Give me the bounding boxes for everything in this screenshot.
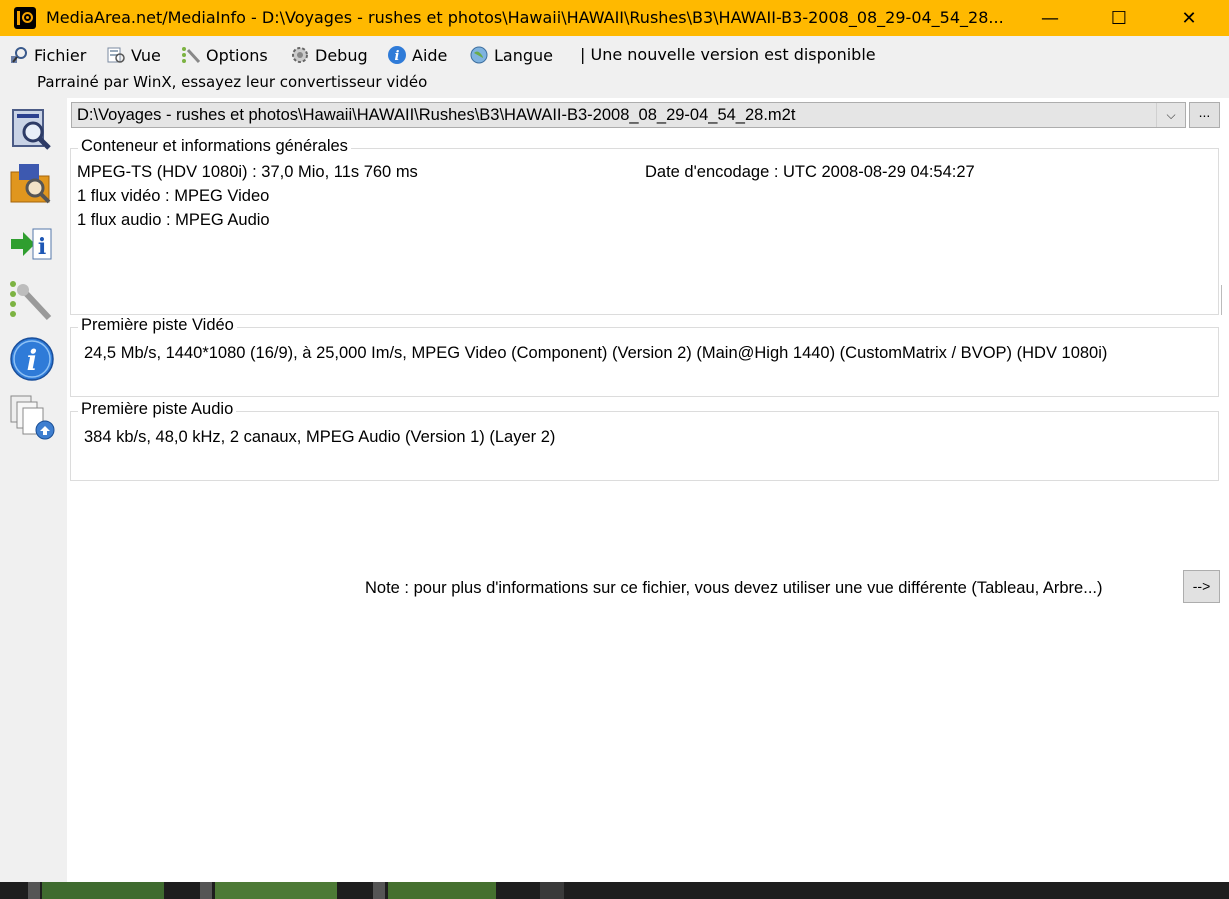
scrollbar-edge: [1221, 285, 1229, 315]
video-track-group: Première piste Vidéo 24,5 Mb/s, 1440*108…: [70, 316, 1219, 397]
menu-bar: Fichier Vue Options Debug i Aide Langue …: [0, 39, 1229, 69]
background-panel: [540, 882, 564, 899]
menu-debug-label: Debug: [315, 45, 368, 65]
update-notice-link[interactable]: | Une nouvelle version est disponible: [580, 45, 876, 64]
globe-icon: [469, 45, 489, 65]
general-line-container: MPEG-TS (HDV 1080i) : 37,0 Mio, 11s 760 …: [77, 163, 418, 181]
video-track-details: 24,5 Mb/s, 1440*1080 (16/9), à 25,000 Im…: [84, 344, 1108, 362]
menu-aide-label: Aide: [412, 45, 448, 65]
background-thumbnail: [42, 882, 164, 899]
note-text: Note : pour plus d'informations sur ce f…: [365, 579, 1103, 597]
export-icon[interactable]: i: [9, 221, 55, 267]
general-info-group: Conteneur et informations générales MPEG…: [70, 137, 1219, 315]
file-select-value: D:\Voyages - rushes et photos\Hawaii\HAW…: [77, 106, 796, 124]
left-toolbar: i i: [0, 98, 66, 882]
audio-track-legend: Première piste Audio: [78, 400, 237, 419]
change-view-button[interactable]: -->: [1183, 570, 1220, 603]
background-thumbnail-marker: [200, 882, 212, 899]
audio-track-details: 384 kb/s, 48,0 kHz, 2 canaux, MPEG Audio…: [84, 428, 556, 446]
menu-langue-label: Langue: [494, 45, 553, 65]
general-info-legend: Conteneur et informations générales: [78, 137, 351, 156]
audio-track-group: Première piste Audio 384 kb/s, 48,0 kHz,…: [70, 400, 1219, 481]
minimize-button[interactable]: —: [1027, 0, 1073, 36]
menu-debug[interactable]: Debug: [290, 45, 368, 65]
background-thumbnail: [215, 882, 337, 899]
close-button[interactable]: ✕: [1166, 0, 1212, 36]
sponsor-link[interactable]: Parrainé par WinX, essayez leur converti…: [37, 73, 427, 91]
title-bar[interactable]: MediaArea.net/MediaInfo - D:\Voyages - r…: [0, 0, 1229, 36]
file-select[interactable]: D:\Voyages - rushes et photos\Hawaii\HAW…: [71, 102, 1186, 128]
background-thumbnail-marker: [373, 882, 385, 899]
svg-text:i: i: [27, 344, 38, 377]
general-line-audio-count: 1 flux audio : MPEG Audio: [77, 211, 270, 229]
menu-vue-label: Vue: [131, 45, 161, 65]
file-icon: [9, 45, 29, 65]
options-icon: [181, 45, 201, 65]
svg-text:i: i: [395, 49, 400, 64]
menu-fichier-label: Fichier: [34, 45, 87, 65]
open-folder-icon[interactable]: [9, 160, 55, 206]
menu-langue[interactable]: Langue: [469, 45, 553, 65]
menu-fichier[interactable]: Fichier: [9, 45, 86, 65]
about-icon[interactable]: [9, 394, 55, 440]
preferences-icon[interactable]: [9, 278, 55, 324]
view-icon: [106, 45, 126, 65]
menu-vue[interactable]: Vue: [106, 45, 161, 65]
background-thumbnail: [388, 882, 496, 899]
mediainfo-window: MediaArea.net/MediaInfo - D:\Voyages - r…: [0, 0, 1229, 882]
menu-options[interactable]: Options: [181, 45, 268, 65]
background-strip: [0, 882, 1229, 899]
help-icon: i: [387, 45, 407, 65]
general-line-video-count: 1 flux vidéo : MPEG Video: [77, 187, 270, 205]
info-icon[interactable]: i: [9, 336, 55, 382]
browse-button[interactable]: ...: [1189, 102, 1220, 128]
chevron-down-icon[interactable]: ⌵: [1156, 103, 1185, 127]
video-track-legend: Première piste Vidéo: [78, 316, 237, 335]
open-file-icon[interactable]: [9, 106, 55, 152]
main-panel: D:\Voyages - rushes et photos\Hawaii\HAW…: [67, 98, 1229, 882]
svg-text:i: i: [38, 234, 46, 260]
encoding-date: Date d'encodage : UTC 2008-08-29 04:54:2…: [645, 163, 975, 181]
background-thumbnail-marker: [28, 882, 40, 899]
debug-icon: [290, 45, 310, 65]
window-title: MediaArea.net/MediaInfo - D:\Voyages - r…: [46, 8, 1004, 27]
menu-aide[interactable]: i Aide: [387, 45, 447, 65]
mediainfo-logo-icon[interactable]: [14, 7, 36, 29]
maximize-button[interactable]: ☐: [1096, 0, 1142, 36]
menu-options-label: Options: [206, 45, 268, 65]
